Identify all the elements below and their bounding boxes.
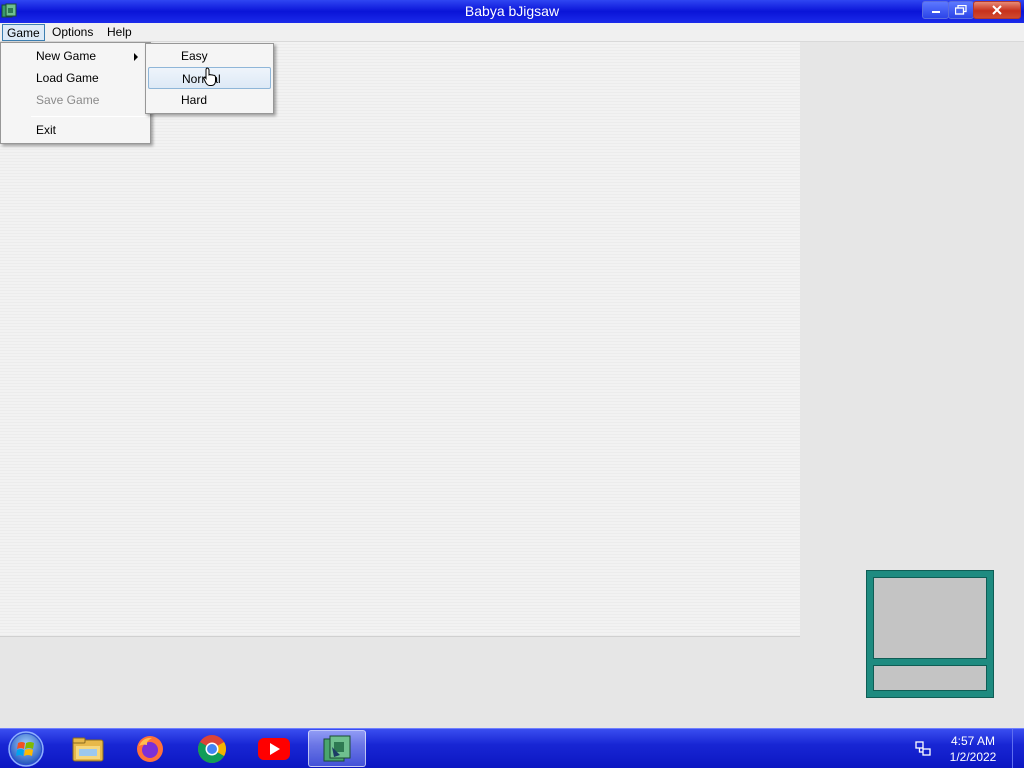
menu-item-exit[interactable]: Exit [3, 119, 148, 141]
menu-item-new-game[interactable]: New Game [3, 45, 148, 67]
start-button[interactable] [4, 730, 48, 768]
preview-panel [866, 570, 994, 698]
explorer-icon [72, 737, 104, 761]
menu-item-new-game-label: New Game [36, 49, 97, 63]
clock-time: 4:57 AM [950, 734, 996, 748]
menu-options[interactable]: Options [47, 24, 98, 41]
submenu-arrow-icon [134, 53, 138, 61]
chrome-icon [198, 734, 226, 763]
preview-status-bar [873, 665, 987, 691]
close-icon [992, 5, 1002, 15]
taskbar-explorer[interactable] [59, 730, 117, 767]
show-desktop-button[interactable] [1012, 729, 1024, 768]
menu-bar: Game Options Help [0, 23, 1024, 42]
submenu-item-hard[interactable]: Hard [148, 89, 271, 111]
taskbar-firefox[interactable] [121, 730, 179, 767]
youtube-icon [258, 737, 290, 760]
taskbar-youtube[interactable] [245, 730, 303, 767]
minimize-icon [931, 11, 940, 13]
menu-separator [31, 116, 148, 117]
window-title: Babya bJigsaw [464, 3, 560, 19]
firefox-icon [137, 735, 163, 762]
jigsaw-icon [323, 735, 351, 761]
board-divider [0, 636, 800, 637]
game-menu: New Game Load Game Save Game Exit [0, 42, 151, 144]
menu-item-load-game[interactable]: Load Game [3, 67, 148, 89]
taskbar-jigsaw[interactable] [308, 730, 366, 767]
menu-item-save-game: Save Game [36, 93, 100, 107]
taskbar: 4:57 AM 1/2/2022 [0, 728, 1024, 768]
title-bar[interactable]: Babya bJigsaw [0, 0, 1024, 23]
system-clock[interactable]: 4:57 AM 1/2/2022 [940, 733, 1006, 765]
minimize-button[interactable] [922, 1, 949, 19]
restore-button[interactable] [948, 1, 974, 19]
close-button[interactable] [973, 1, 1021, 19]
preview-image [873, 577, 987, 659]
submenu-item-easy[interactable]: Easy [148, 45, 271, 67]
clock-date: 1/2/2022 [949, 750, 997, 764]
network-icon[interactable] [914, 740, 932, 758]
windows-logo-icon [8, 731, 44, 767]
restore-icon [955, 5, 967, 15]
menu-help[interactable]: Help [102, 24, 137, 41]
menu-game[interactable]: Game [2, 24, 45, 41]
taskbar-chrome[interactable] [183, 730, 241, 767]
mouse-cursor-icon [203, 67, 216, 86]
